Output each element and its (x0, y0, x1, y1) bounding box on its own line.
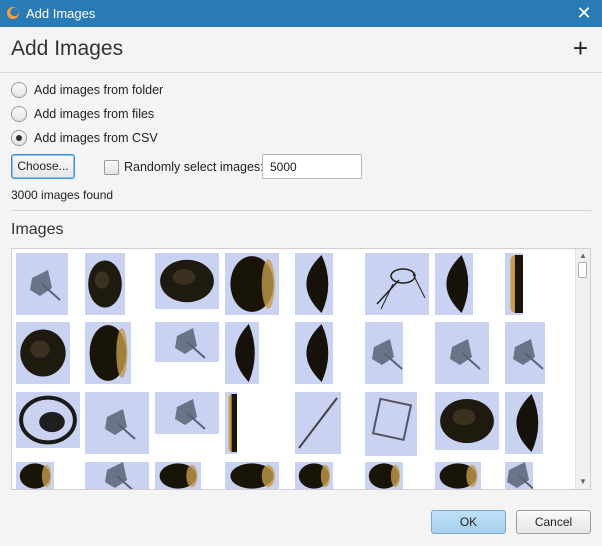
ok-button[interactable]: OK (431, 510, 506, 534)
images-section-title: Images (11, 221, 64, 238)
image-thumbnail[interactable] (505, 253, 523, 315)
image-thumbnail[interactable] (225, 322, 259, 384)
dialog-header: Add Images + (0, 27, 602, 73)
image-thumbnail[interactable] (365, 462, 403, 489)
image-thumbnail[interactable] (365, 392, 417, 456)
image-thumbnail[interactable] (435, 322, 489, 384)
image-thumbnail[interactable] (505, 322, 545, 384)
radio-folder[interactable] (11, 82, 27, 98)
scrollbar-thumb[interactable] (578, 262, 587, 278)
scroll-down-icon[interactable]: ▼ (579, 478, 587, 486)
image-thumbnail[interactable] (225, 462, 279, 489)
radio-files[interactable] (11, 106, 27, 122)
image-thumbnail[interactable] (85, 322, 131, 384)
image-thumbnail[interactable] (225, 392, 237, 454)
image-thumbnail[interactable] (85, 253, 125, 315)
section-divider (11, 210, 591, 211)
option-folder[interactable]: Add images from folder (11, 81, 163, 99)
image-thumbnail[interactable] (295, 392, 341, 454)
add-icon[interactable]: + (573, 35, 588, 61)
cancel-button[interactable]: Cancel (516, 510, 591, 534)
image-thumbnail[interactable] (295, 462, 333, 489)
image-thumbnail[interactable] (16, 392, 80, 448)
option-csv[interactable]: Add images from CSV (11, 129, 158, 147)
vertical-scrollbar[interactable]: ▲ ▼ (575, 249, 590, 489)
radio-csv[interactable] (11, 130, 27, 146)
image-thumbnail[interactable] (155, 322, 219, 362)
option-files[interactable]: Add images from files (11, 105, 154, 123)
image-thumbnail[interactable] (435, 462, 481, 489)
image-thumbnail[interactable] (505, 392, 543, 454)
choose-button[interactable]: Choose... (11, 154, 75, 179)
image-thumbnail[interactable] (85, 392, 149, 454)
random-count-input[interactable] (262, 154, 362, 179)
images-found-status: 3000 images found (11, 188, 114, 202)
image-thumbnail[interactable] (225, 253, 279, 315)
option-csv-label: Add images from CSV (34, 131, 158, 145)
random-select-label: Randomly select images: (124, 160, 264, 174)
image-grid[interactable]: ▲ ▼ (11, 248, 591, 490)
image-thumbnail[interactable] (365, 253, 429, 315)
scroll-up-icon[interactable]: ▲ (579, 252, 587, 260)
option-folder-label: Add images from folder (34, 83, 164, 97)
app-logo-icon (7, 7, 19, 19)
image-thumbnail[interactable] (155, 253, 219, 309)
image-thumbnail[interactable] (85, 462, 149, 489)
image-thumbnail[interactable] (155, 392, 219, 434)
random-select-checkbox[interactable] (104, 160, 119, 175)
image-thumbnail[interactable] (505, 462, 533, 489)
image-thumbnail[interactable] (295, 253, 333, 315)
close-icon[interactable]: ✕ (574, 2, 594, 24)
image-thumbnail[interactable] (155, 462, 201, 489)
image-thumbnail[interactable] (16, 462, 54, 489)
image-thumbnail[interactable] (16, 253, 68, 315)
option-files-label: Add images from files (34, 107, 155, 121)
dialog-heading: Add Images (11, 37, 124, 60)
image-thumbnail[interactable] (16, 322, 70, 384)
image-thumbnail[interactable] (365, 322, 403, 384)
image-thumbnail[interactable] (435, 253, 473, 315)
image-thumbnail[interactable] (435, 392, 499, 450)
image-thumbnail[interactable] (295, 322, 333, 384)
window-titlebar: Add Images ✕ (0, 0, 602, 27)
window-title: Add Images (26, 6, 96, 21)
